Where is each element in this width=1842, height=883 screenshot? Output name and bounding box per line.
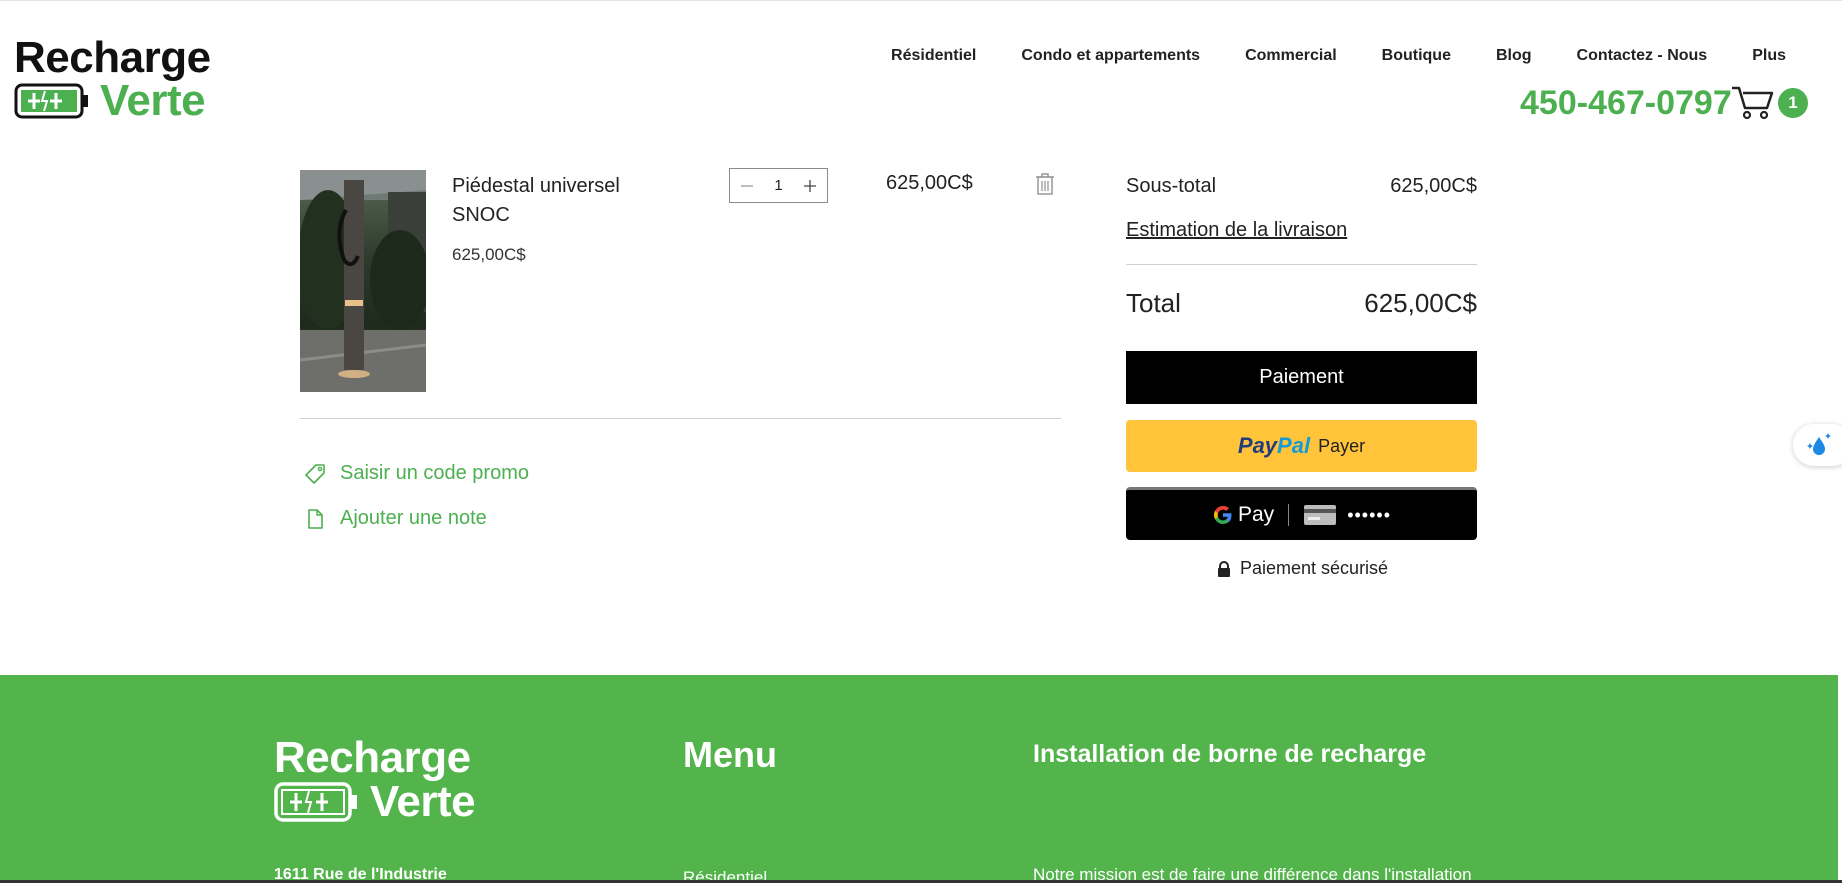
nav-condo[interactable]: Condo et appartements [1021,47,1200,65]
secure-payment-note: Paiement sécurisé [1217,558,1388,579]
footer-logo-text-recharge: Recharge [274,733,471,782]
subtotal-label: Sous-total [1126,175,1217,197]
google-pay-button[interactable]: Pay •••••• [1126,487,1477,540]
secure-payment-label: Paiement sécurisé [1240,558,1389,578]
quantity-value[interactable]: 1 [774,177,782,194]
promo-code-link[interactable]: Saisir un code promo [304,462,529,485]
footer-menu-title: Menu [683,734,777,775]
google-pay-separator [1288,504,1290,526]
footer-logo-text-verte: Verte [370,777,476,826]
paypal-label: Payer [1318,435,1366,456]
battery-icon [14,83,88,119]
plus-icon[interactable] [799,175,821,197]
footer-install-title: Installation de borne de recharge [1033,740,1427,768]
nav-boutique[interactable]: Boutique [1382,47,1451,65]
note-icon [308,508,323,529]
nav-contact[interactable]: Contactez - Nous [1577,47,1708,65]
cart-icon [1732,86,1774,120]
product-name[interactable]: Piédestal universel SNOC [452,172,652,230]
nav-commercial[interactable]: Commercial [1245,47,1337,65]
nav-residentiel[interactable]: Résidentiel [891,47,976,65]
total-value: 625,00C$ [1364,288,1477,318]
site-logo[interactable]: Recharge Verte [14,33,214,123]
summary-divider [1126,264,1477,265]
shipping-estimate-link[interactable]: Estimation de la livraison [1126,219,1347,242]
subtotal-row: Sous-total 625,00C$ [1126,175,1477,198]
phone-number[interactable]: 450-467-0797 [1520,84,1732,123]
footer-battery-icon [274,782,357,822]
add-note-label: Ajouter une note [340,507,487,529]
google-g-icon [1214,506,1232,524]
paypal-logo: PayPal [1237,433,1311,458]
footer-edge [1838,675,1842,883]
credit-card-icon [1304,505,1337,525]
cart-button[interactable]: 1 [1730,84,1808,124]
minus-icon[interactable] [736,175,758,197]
cart-divider [300,418,1061,419]
accessibility-widget-button[interactable] [1793,424,1842,466]
promo-code-label: Saisir un code promo [340,462,529,484]
footer-logo[interactable]: Recharge Verte [274,736,494,824]
google-pay-label: Pay [1238,503,1275,526]
logo-text-verte: Verte [100,76,206,125]
cart-count-badge: 1 [1778,88,1808,118]
main-nav: Résidentiel Condo et appartements Commer… [846,47,1786,65]
top-border [0,0,1842,1]
checkout-button[interactable]: Paiement [1126,351,1477,404]
total-label: Total [1126,288,1181,318]
card-masked-number: •••••• [1347,504,1391,525]
tag-icon [305,463,325,484]
sparkle-drop-icon [1807,433,1831,455]
lock-icon [1218,560,1230,577]
product-image[interactable] [300,170,426,392]
product-photo-illustration [300,170,426,392]
line-total: 625,00C$ [886,172,973,194]
trash-icon[interactable] [1034,172,1056,196]
logo-text-recharge: Recharge [14,33,211,82]
add-note-link[interactable]: Ajouter une note [304,507,487,530]
nav-more[interactable]: Plus [1752,47,1786,65]
product-unit-price: 625,00C$ [452,245,526,264]
paypal-button[interactable]: PayPal Payer [1126,420,1477,472]
quantity-stepper[interactable]: 1 [729,168,828,203]
total-row: Total 625,00C$ [1126,288,1477,319]
nav-blog[interactable]: Blog [1496,47,1532,65]
subtotal-value: 625,00C$ [1390,175,1477,197]
